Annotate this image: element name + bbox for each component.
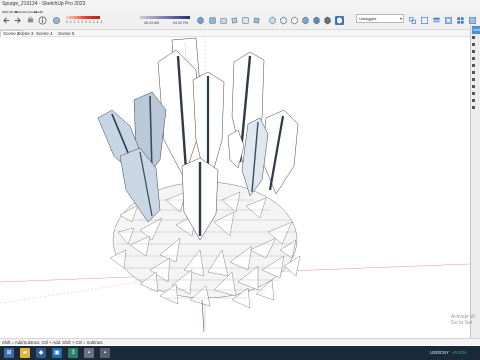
expand-icon bbox=[472, 64, 475, 67]
info-icon[interactable] bbox=[38, 16, 47, 25]
shadow-time-end: 04:30 PM bbox=[173, 21, 189, 25]
active-style-icon[interactable] bbox=[335, 16, 344, 25]
app-4-icon[interactable]: ▪ bbox=[84, 348, 94, 358]
model-viewport[interactable] bbox=[0, 37, 470, 340]
app-3-icon[interactable]: 3 bbox=[68, 348, 78, 358]
expand-icon bbox=[472, 92, 475, 95]
tab-scene-4[interactable]: Scene 4 bbox=[36, 31, 53, 36]
tray-item[interactable] bbox=[472, 57, 480, 62]
expand-icon bbox=[472, 99, 475, 102]
app-5-icon[interactable]: ▪ bbox=[100, 348, 110, 358]
petal-right bbox=[261, 109, 299, 195]
hidden-line-style-icon[interactable] bbox=[290, 16, 299, 25]
watermark-line-2: Go to Set bbox=[451, 320, 473, 326]
tab-scene-3[interactable]: Scene 3 bbox=[17, 31, 34, 36]
camera-right-icon[interactable] bbox=[230, 16, 239, 25]
expand-icon bbox=[472, 36, 475, 39]
component-icon[interactable] bbox=[408, 16, 417, 25]
stem bbox=[201, 299, 205, 333]
camera-top-icon[interactable] bbox=[208, 16, 217, 25]
textured-style-icon[interactable] bbox=[312, 16, 321, 25]
shaded-style-icon[interactable] bbox=[301, 16, 310, 25]
activation-watermark: Activate W Go to Set bbox=[451, 314, 475, 326]
wireframe-style-icon[interactable] bbox=[279, 16, 288, 25]
geo-location-icon[interactable] bbox=[52, 16, 61, 25]
tab-scene-5[interactable]: Scene 5 bbox=[58, 31, 75, 36]
camera-front-icon[interactable] bbox=[219, 16, 228, 25]
tray-item[interactable] bbox=[472, 99, 480, 104]
camera-back-icon[interactable] bbox=[241, 16, 250, 25]
tray-header[interactable]: Default Tray bbox=[472, 26, 480, 34]
monochrome-style-icon[interactable] bbox=[323, 16, 332, 25]
red-axis-dashed bbox=[0, 281, 141, 304]
tray-item[interactable] bbox=[472, 50, 480, 55]
camera-left-icon[interactable] bbox=[252, 16, 261, 25]
tray-item[interactable] bbox=[472, 85, 480, 90]
shadow-month-ruler: 1 1 1 1 1 1 1 1 1 1 bbox=[66, 20, 103, 24]
taskbar: ⊞ ▰ ◆ ▣ 3 ▪ ▪ USD/CNY +0.12% bbox=[0, 346, 480, 360]
window-title: Spurge_210124 - SketchUp Pro 2023 bbox=[2, 1, 86, 7]
expand-icon bbox=[472, 57, 475, 60]
currency-change: +0.12% bbox=[452, 350, 467, 355]
shadow-time-start: 06:43 AM bbox=[144, 21, 160, 25]
status-bar: Shift = Add/Subtract. Ctrl + Add. Shift … bbox=[0, 338, 480, 345]
outliner-icon[interactable] bbox=[444, 16, 453, 25]
tag-select-value: Untagged bbox=[359, 16, 377, 21]
tag-select[interactable]: Untagged ▾ bbox=[356, 14, 404, 23]
app-icon[interactable]: ▣ bbox=[52, 348, 62, 358]
redo-icon[interactable] bbox=[13, 16, 22, 25]
currency-label[interactable]: USD/CNY bbox=[430, 350, 449, 355]
scene-tabs: Scene 2 Scene 3 Scene 4 Scene 5 bbox=[0, 30, 470, 37]
undo-icon[interactable] bbox=[2, 16, 11, 25]
expand-icon bbox=[472, 106, 475, 109]
windows-start-icon[interactable]: ⊞ bbox=[4, 348, 14, 358]
expand-icon bbox=[472, 78, 475, 81]
status-text: Shift = Add/Subtract. Ctrl + Add. Shift … bbox=[2, 340, 104, 345]
scenes-icon[interactable] bbox=[456, 16, 465, 25]
shadow-time-gradient bbox=[66, 16, 100, 19]
sketchup-icon[interactable]: ◆ bbox=[36, 348, 46, 358]
tray-item[interactable] bbox=[472, 43, 480, 48]
file-explorer-icon[interactable]: ▰ bbox=[20, 348, 30, 358]
layers-icon[interactable] bbox=[432, 16, 441, 25]
print-icon[interactable] bbox=[26, 16, 35, 25]
tray-item[interactable] bbox=[472, 92, 480, 97]
tray-item[interactable] bbox=[472, 64, 480, 69]
expand-icon bbox=[472, 85, 475, 88]
expand-icon bbox=[472, 71, 475, 74]
expand-icon bbox=[472, 43, 475, 46]
tray-item[interactable] bbox=[472, 78, 480, 83]
tray-item[interactable] bbox=[472, 36, 480, 41]
shadow-date-gradient bbox=[140, 16, 190, 19]
expand-icon bbox=[472, 50, 475, 53]
tray-item[interactable] bbox=[472, 71, 480, 76]
model-canvas bbox=[0, 37, 470, 333]
default-tray: Default Tray bbox=[470, 26, 480, 340]
xray-style-icon[interactable] bbox=[268, 16, 277, 25]
group-icon[interactable] bbox=[420, 16, 429, 25]
camera-iso-icon[interactable] bbox=[196, 16, 205, 25]
chevron-down-icon: ▾ bbox=[399, 16, 402, 21]
styles-icon[interactable] bbox=[468, 16, 477, 25]
title-bar: Spurge_210124 - SketchUp Pro 2023 bbox=[0, 0, 480, 9]
tray-item[interactable] bbox=[472, 106, 480, 111]
